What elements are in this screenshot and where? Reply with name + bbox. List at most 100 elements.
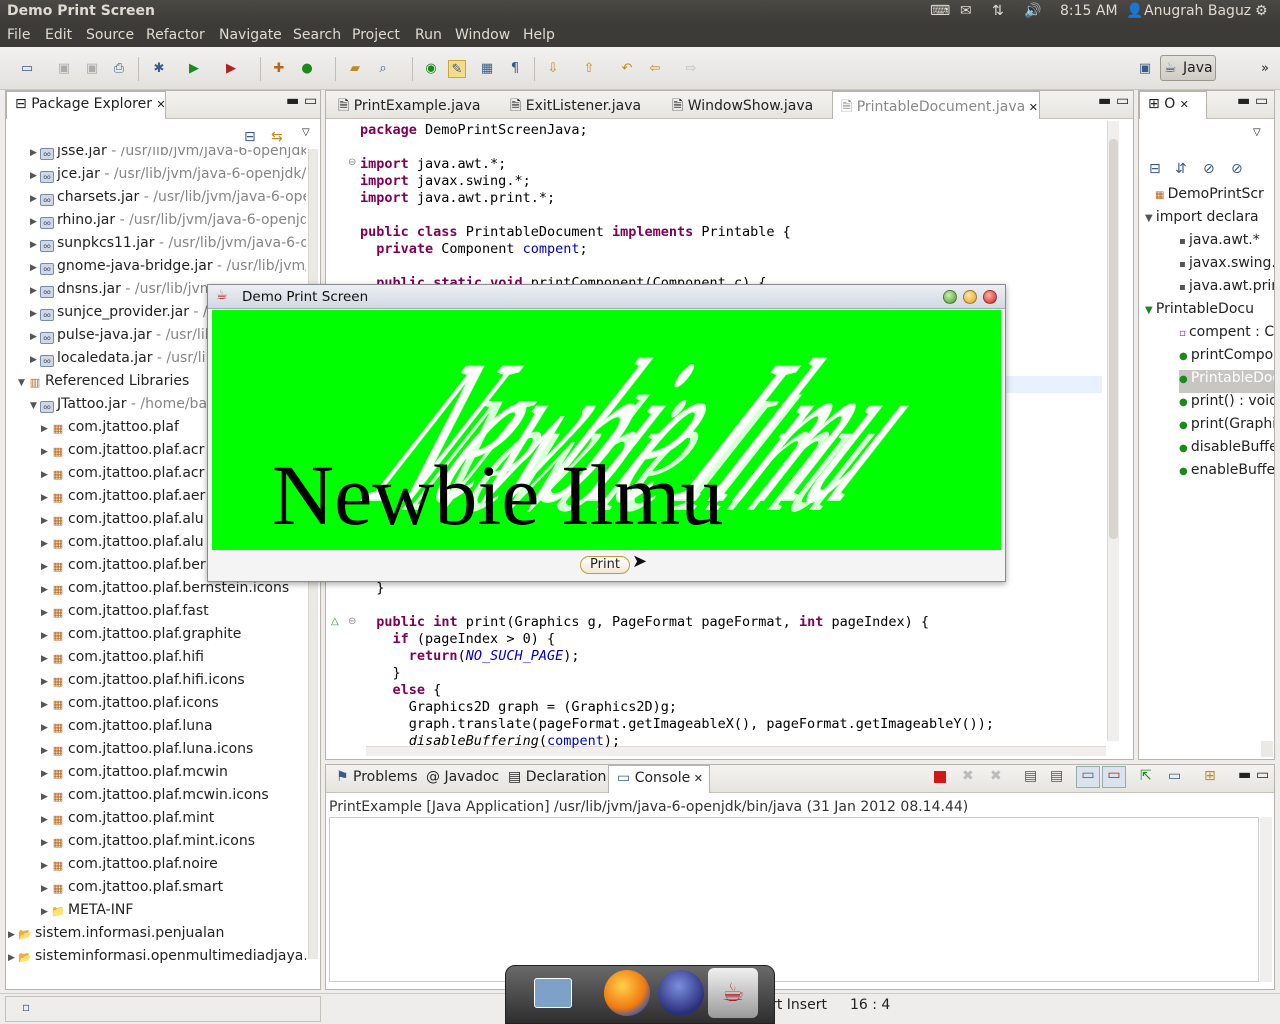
collapse-all-icon[interactable]: ⊟ [1149, 161, 1161, 177]
expanded-arrow-icon[interactable]: ▼ [30, 401, 40, 411]
tab-printexample[interactable]: 🗎 PrintExample.java [330, 91, 500, 119]
menu-project[interactable]: Project [352, 27, 400, 43]
hide-fields-icon[interactable]: ⊘ [1203, 161, 1215, 177]
menu-search[interactable]: Search [293, 27, 341, 43]
sort-icon[interactable]: ⇵ [1175, 161, 1187, 177]
clock[interactable]: 8:15 AM [1060, 3, 1118, 19]
tab-exitlistener[interactable]: 🗎 ExitListener.java [502, 91, 662, 119]
minimize-icon[interactable]: ▬ [1098, 93, 1111, 109]
code-line[interactable]: disableBuffering(compent); [360, 733, 620, 749]
external-tools-icon[interactable]: ▶ [222, 60, 240, 78]
volume-icon[interactable]: 🔊 [1024, 3, 1041, 19]
maximize-icon[interactable]: ▭ [304, 93, 317, 109]
outline-item[interactable]: ▪ javax.swing.* [1179, 255, 1274, 278]
outline-item[interactable]: ▪ java.awt.prin [1179, 278, 1274, 301]
new-icon[interactable]: ▭ [18, 60, 36, 78]
tree-row-package[interactable]: ▶ ▦ com.jtattoo.plaf.fast [41, 603, 209, 626]
collapsed-arrow-icon[interactable]: ▶ [30, 309, 40, 319]
code-line[interactable]: package DemoPrintScreenJava; [360, 122, 588, 138]
maximize-icon[interactable]: ▭ [1256, 767, 1269, 783]
menu-navigate[interactable]: Navigate [219, 27, 282, 43]
forward-icon[interactable]: ⇨ [682, 60, 700, 78]
pin-console-icon[interactable]: ⇱ [1140, 768, 1152, 784]
eclipse-icon[interactable] [658, 970, 704, 1016]
menu-edit[interactable]: Edit [45, 27, 72, 43]
minimize-icon[interactable] [943, 290, 957, 304]
collapsed-arrow-icon[interactable]: ▶ [41, 470, 51, 480]
maximize-icon[interactable]: ▭ [1116, 93, 1129, 109]
collapse-all-icon[interactable]: ⊟ [244, 129, 256, 145]
tree-row-package[interactable]: ▶ ▦ com.jtattoo.plaf.acr [41, 465, 204, 488]
tree-row-package[interactable]: ▶ ▦ com.jtattoo.plaf.hifi.icons [41, 672, 245, 695]
tree-row-jar[interactable]: ▶ oo charsets.jar - /usr/lib/jvm/java-6-op… [30, 189, 306, 212]
tab-javadoc[interactable]: @ Javadoc [418, 765, 499, 793]
collapsed-arrow-icon[interactable]: ▶ [41, 608, 51, 618]
tree-row-package[interactable]: ▶ ▦ com.jtattoo.plaf.bernstein.icons [41, 580, 289, 603]
collapsed-arrow-icon[interactable]: ▶ [41, 723, 51, 733]
tree-row-package[interactable]: ▶ ▦ com.jtattoo.plaf.luna [41, 718, 213, 741]
outline-item[interactable]: ● print(Graphi [1179, 416, 1274, 439]
mail-icon[interactable]: ✉ [960, 3, 972, 19]
open-console-icon[interactable]: ⊞ [1204, 768, 1216, 784]
code-line[interactable]: import java.awt.print.*; [360, 190, 555, 206]
collapsed-arrow-icon[interactable]: ▶ [8, 953, 18, 963]
highlight-icon[interactable]: ✎ [448, 60, 466, 78]
open-perspective-icon[interactable]: ▣ [1136, 60, 1154, 78]
tree-row-jar[interactable]: ▶ oo sunpkcs11.jar - /usr/lib/jvm/java-6-o… [30, 235, 306, 258]
outline-item[interactable]: ● print() : void [1179, 393, 1274, 416]
collapsed-arrow-icon[interactable]: ▶ [41, 907, 51, 917]
run-icon[interactable]: ▶ [185, 60, 203, 78]
tab-package-explorer[interactable]: ⊟ Package Explorer ✕ [6, 91, 166, 119]
close-icon[interactable]: ✕ [690, 772, 703, 785]
outline-item[interactable]: ● printCompon [1179, 347, 1274, 370]
collapsed-arrow-icon[interactable]: ▶ [41, 424, 51, 434]
collapsed-arrow-icon[interactable]: ▶ [41, 769, 51, 779]
tree-row-package[interactable]: ▶ ▦ com.jtattoo.plaf.icons [41, 695, 219, 718]
outline-item[interactable]: ▫ compent : Co [1179, 324, 1274, 347]
tree-row-package[interactable]: ▶ ▦ com.jtattoo.plaf.mcwin [41, 764, 228, 787]
collapsed-arrow-icon[interactable]: ▶ [41, 677, 51, 687]
tree-row-package[interactable]: ▶ ▦ com.jtattoo.plaf.aer [41, 488, 205, 511]
fold-icon[interactable]: ⊖ [348, 616, 356, 627]
tree-row-jar[interactable]: ▶ oo dnsns.jar - /usr/lib/jvm [30, 281, 213, 304]
tree-row-jar[interactable]: ▶ oo rhino.jar - /usr/lib/jvm/java-6-openj… [30, 212, 306, 235]
collapsed-arrow-icon[interactable]: ▶ [30, 194, 40, 204]
collapsed-arrow-icon[interactable]: ▶ [41, 746, 51, 756]
tab-declaration[interactable]: ▤ Declaration [500, 765, 606, 793]
code-line[interactable]: public int print(Graphics g, PageFormat … [360, 614, 929, 630]
user-icon[interactable]: 👤 [1126, 3, 1143, 19]
code-line[interactable]: else { [360, 682, 442, 698]
print-button[interactable]: Print [580, 556, 630, 574]
collapsed-arrow-icon[interactable]: ▶ [41, 562, 51, 572]
firefox-icon[interactable] [604, 970, 650, 1016]
show-stderr-icon[interactable]: ▭ [1102, 766, 1126, 788]
view-menu-icon[interactable]: ▽ [302, 127, 310, 138]
tab-console[interactable]: ▭ Console ✕ [608, 765, 710, 793]
tree-row-package[interactable]: ▶ ▦ com.jtattoo.plaf.hifi [41, 649, 204, 672]
collapsed-arrow-icon[interactable]: ▶ [30, 332, 40, 342]
fast-view-icon[interactable]: ▫ [22, 1000, 30, 1014]
minimize-icon[interactable]: ▬ [1238, 767, 1251, 783]
remove-all-icon[interactable]: ✖ [990, 768, 1002, 784]
collapsed-arrow-icon[interactable]: ▶ [30, 355, 40, 365]
dialog-titlebar[interactable]: ☕ Demo Print Screen [208, 285, 1005, 309]
code-line[interactable]: if (pageIndex > 0) { [360, 631, 556, 647]
collapsed-arrow-icon[interactable]: ▶ [41, 884, 51, 894]
expanded-arrow-icon[interactable]: ▼ [18, 378, 28, 388]
tree-row-project[interactable]: ▶ 📂 sistem.informasi.penjualan [8, 925, 224, 948]
hide-static-icon[interactable]: ⊘ [1231, 161, 1243, 177]
tree-row-package[interactable]: ▶ ▦ com.jtattoo.plaf.ber [41, 557, 206, 580]
tab-windowshow[interactable]: 🗎 WindowShow.java [664, 91, 829, 119]
tree-row-package[interactable]: ▶ ▦ com.jtattoo.plaf.acr [41, 442, 204, 465]
code-line[interactable]: graph.translate(pageFormat.getImageableX… [360, 716, 994, 732]
tab-outline[interactable]: ⊞ O ✕ [1139, 91, 1207, 119]
collapsed-arrow-icon[interactable]: ▶ [30, 286, 40, 296]
tree-row-jtattoo[interactable]: ▼ oo JTattoo.jar - /home/ba [30, 396, 207, 419]
tree-row-jar[interactable]: ▶ oo pulse-java.jar - /usr/lib [30, 327, 214, 350]
console-scrollbar[interactable] [1260, 817, 1272, 982]
link-editor-icon[interactable]: ⇆ [271, 129, 283, 145]
tree-row-package[interactable]: ▶ ▦ com.jtattoo.plaf.graphite [41, 626, 241, 649]
clear-console-icon[interactable]: ▤ [1024, 768, 1037, 784]
code-line[interactable]: } [360, 665, 401, 681]
outline-item[interactable]: ▼ PrintableDocu [1145, 301, 1254, 324]
